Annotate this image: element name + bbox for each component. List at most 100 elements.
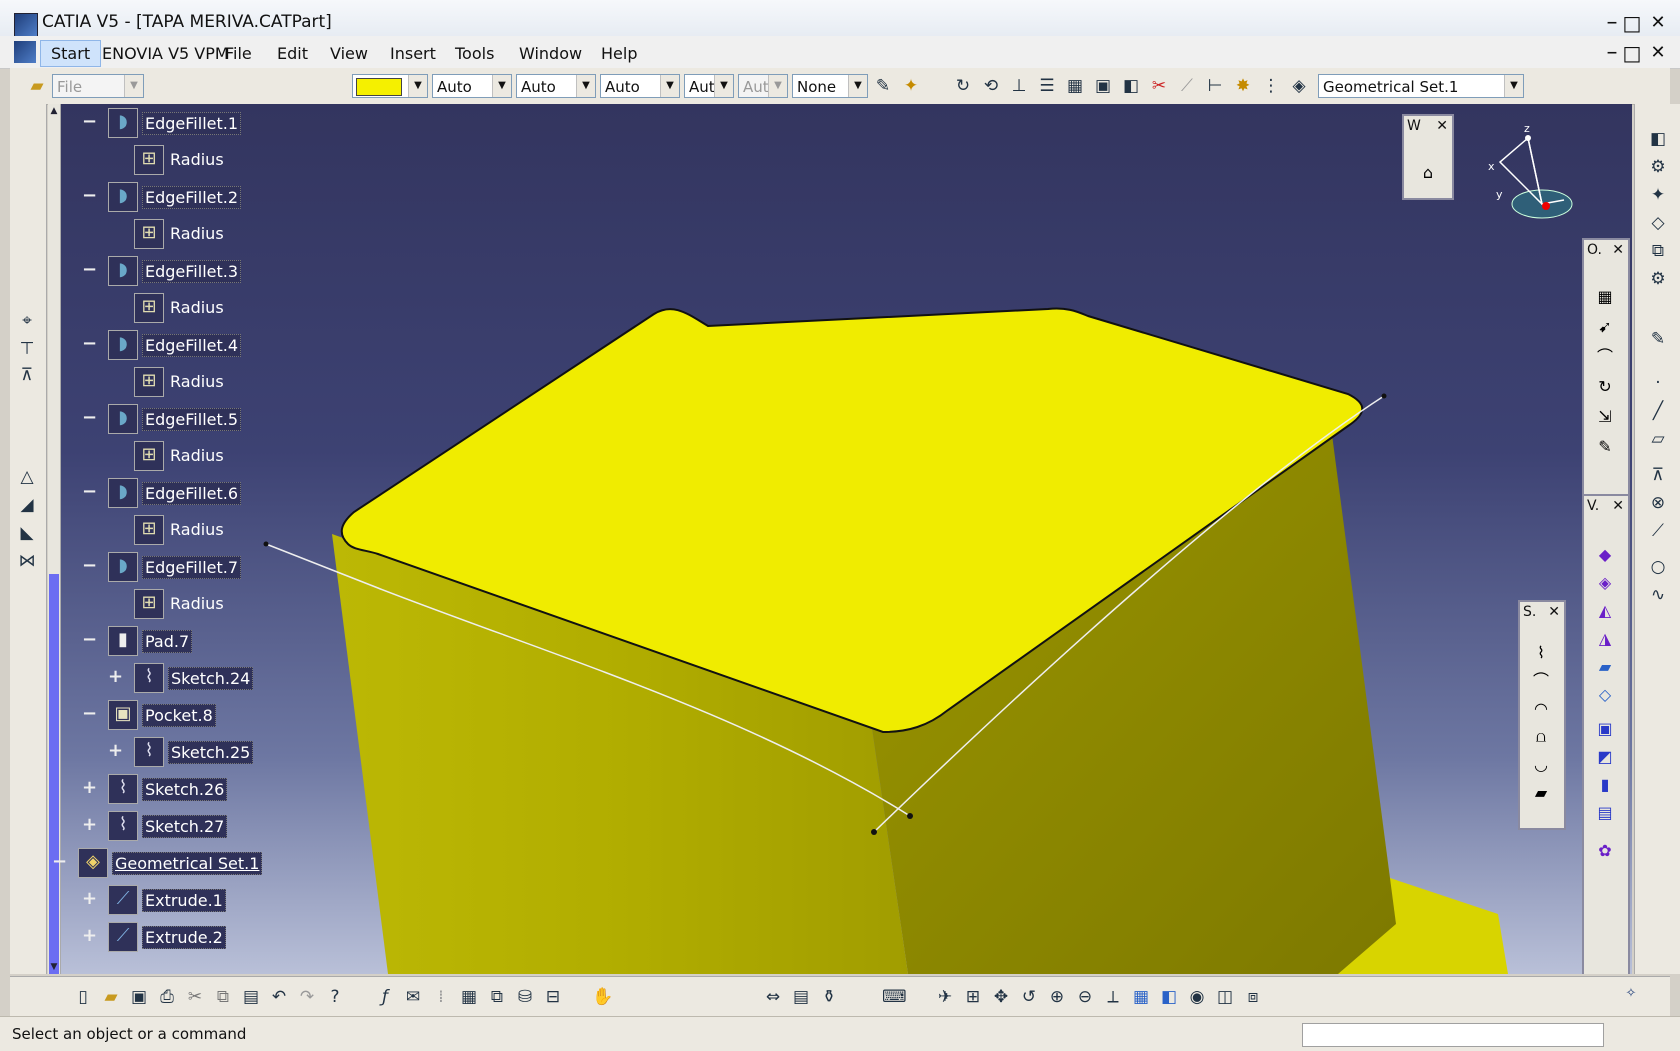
cut-icon[interactable]: ✂ xyxy=(184,986,206,1008)
light-icon[interactable]: ✸ xyxy=(1232,75,1254,97)
expand-icon[interactable]: + xyxy=(82,779,97,797)
new-file-icon[interactable]: ▯ xyxy=(72,986,94,1008)
measure-inertia-icon[interactable]: ⚱ xyxy=(818,986,840,1008)
comment-icon[interactable]: ✉ xyxy=(402,986,424,1008)
zoom-in-icon[interactable]: ⊕ xyxy=(1046,986,1068,1008)
paste-icon[interactable]: ▤ xyxy=(240,986,262,1008)
menu-help[interactable]: Help xyxy=(601,44,637,63)
measure-between-icon[interactable]: ⇔ xyxy=(762,986,784,1008)
curve-endpoint[interactable] xyxy=(263,541,269,547)
expand-icon[interactable]: + xyxy=(82,816,97,834)
collapse-icon[interactable]: − xyxy=(82,261,97,279)
volume-icon[interactable]: ▤ xyxy=(1593,802,1617,824)
surface-icon[interactable]: ◡ xyxy=(1529,754,1553,776)
catalog-icon[interactable]: ⛁ xyxy=(514,986,536,1008)
surface-icon[interactable]: ◠ xyxy=(1529,698,1553,720)
plane-tool-icon[interactable]: ▱ xyxy=(1647,428,1669,450)
menu-window[interactable]: Window xyxy=(519,44,582,63)
offset-icon[interactable]: ⟋ xyxy=(1647,520,1669,542)
part-geometry[interactable] xyxy=(48,104,1632,974)
menu-enovia[interactable]: ENOVIA V5 VPM xyxy=(102,44,229,63)
compass-icon[interactable]: z x y xyxy=(1480,120,1590,230)
operation-icon[interactable]: ➹ xyxy=(1593,316,1617,338)
snap-icon[interactable]: ✂ xyxy=(1148,75,1170,97)
volume-icon[interactable]: ◮ xyxy=(1593,628,1617,650)
rib-tool-icon[interactable]: ◣ xyxy=(16,522,38,544)
scroll-thumb[interactable] xyxy=(49,574,59,974)
sheet-metal-icon[interactable]: ◧ xyxy=(1647,128,1669,150)
zoom-out-icon[interactable]: ⊖ xyxy=(1074,986,1096,1008)
volume-icon[interactable]: ◆ xyxy=(1593,544,1617,566)
multi-view-icon[interactable]: ▦ xyxy=(1130,986,1152,1008)
render-style-combo[interactable]: None ▼ xyxy=(792,74,868,98)
menu-edit[interactable]: Edit xyxy=(277,44,308,63)
point-style-combo[interactable]: Auto ▼ xyxy=(600,74,680,98)
operation-icon[interactable]: ✎ xyxy=(1593,436,1617,458)
undo-icon[interactable]: ↶ xyxy=(268,986,290,1008)
floating-toolbar-w[interactable]: W ✕ ⌂ xyxy=(1402,114,1454,200)
groove-tool-icon[interactable]: ◢ xyxy=(16,494,38,516)
maximize-button[interactable]: □ xyxy=(1618,10,1646,36)
curve-endpoint[interactable] xyxy=(871,829,877,835)
measure-item-icon[interactable]: ▤ xyxy=(790,986,812,1008)
collapse-icon[interactable]: − xyxy=(82,335,97,353)
collapse-icon[interactable]: − xyxy=(82,409,97,427)
table-icon[interactable]: ▦ xyxy=(458,986,480,1008)
menu-start[interactable]: Start xyxy=(40,40,102,67)
instantiate-icon[interactable]: ⧉ xyxy=(486,986,508,1008)
menu-file[interactable]: File xyxy=(225,44,252,63)
copy-icon[interactable]: ⧉ xyxy=(212,986,234,1008)
mechanism-icon[interactable]: ⚙ xyxy=(1647,268,1669,290)
circle-icon[interactable]: ○ xyxy=(1647,556,1669,578)
rotate-icon[interactable]: ⟲ xyxy=(980,75,1002,97)
volume-icon[interactable]: ◭ xyxy=(1593,600,1617,622)
floating-toolbar-s[interactable]: S. ✕ ⌇ ⌒ ◠ ⩍ ◡ ▰ xyxy=(1518,600,1566,830)
doc-close-button[interactable]: ✕ xyxy=(1644,40,1672,66)
volume-icon[interactable]: ◈ xyxy=(1593,572,1617,594)
collapse-icon[interactable]: − xyxy=(82,557,97,575)
volume-icon[interactable]: ◩ xyxy=(1593,746,1617,768)
slot-tool-icon[interactable]: ⋈ xyxy=(16,550,38,572)
line-icon[interactable]: ╱ xyxy=(1647,400,1669,422)
tree-icon[interactable]: ☰ xyxy=(1036,75,1058,97)
sketch-tool-icon[interactable]: ✎ xyxy=(1647,328,1669,350)
properties-icon[interactable]: ✦ xyxy=(900,75,922,97)
linetype-combo[interactable]: Auto ▼ xyxy=(432,74,512,98)
spline-icon[interactable]: ∿ xyxy=(1647,584,1669,606)
point-icon[interactable]: · xyxy=(1647,372,1669,394)
workbench-icon[interactable]: ⌂ xyxy=(1416,162,1440,184)
hide-show-icon[interactable]: ◫ xyxy=(1214,986,1236,1008)
close-icon[interactable]: ✕ xyxy=(1612,242,1624,258)
pocket-tool-icon[interactable]: ⊼ xyxy=(16,364,38,386)
open-folder-icon[interactable]: ▰ xyxy=(100,986,122,1008)
scroll-down-icon[interactable]: ▼ xyxy=(48,960,60,974)
assembly-icon[interactable]: ⧉ xyxy=(1647,240,1669,262)
operation-icon[interactable]: ▦ xyxy=(1593,286,1617,308)
file-combo[interactable]: File ▼ xyxy=(52,74,144,98)
volume-icon[interactable]: ▰ xyxy=(1593,656,1617,678)
close-icon[interactable]: ✕ xyxy=(1612,498,1624,514)
axis-system-icon[interactable]: ⊥ xyxy=(1008,75,1030,97)
knowledge-icon[interactable]: ✦ xyxy=(1647,184,1669,206)
cylinder-icon[interactable]: ▣ xyxy=(1092,75,1114,97)
volume-icon[interactable]: ✿ xyxy=(1593,840,1617,862)
rotate-view-icon[interactable]: ✥ xyxy=(990,986,1012,1008)
redo-icon[interactable]: ↷ xyxy=(296,986,318,1008)
collapse-icon[interactable]: − xyxy=(82,187,97,205)
volume-icon[interactable]: ▣ xyxy=(1593,718,1617,740)
box-icon[interactable]: ◧ xyxy=(1120,75,1142,97)
surface-icon[interactable]: ⌒ xyxy=(1529,670,1553,692)
normal-view-icon[interactable]: ⟂ xyxy=(1102,986,1124,1008)
menu-insert[interactable]: Insert xyxy=(390,44,436,63)
pan-icon[interactable]: ⊞ xyxy=(962,986,984,1008)
expand-icon[interactable]: + xyxy=(82,890,97,908)
formula-icon[interactable]: ƒ xyxy=(374,986,396,1008)
rule-icon[interactable]: ⁞ xyxy=(430,986,452,1008)
scroll-up-icon[interactable]: ▲ xyxy=(48,104,60,118)
swap-space-icon[interactable]: ⧈ xyxy=(1242,986,1264,1008)
operation-icon[interactable]: ⌒ xyxy=(1593,346,1617,368)
collapse-icon[interactable]: − xyxy=(82,483,97,501)
doc-restore-button[interactable]: □ xyxy=(1618,40,1646,66)
shaft-tool-icon[interactable]: △ xyxy=(16,466,38,488)
help-icon[interactable]: ? xyxy=(324,986,346,1008)
